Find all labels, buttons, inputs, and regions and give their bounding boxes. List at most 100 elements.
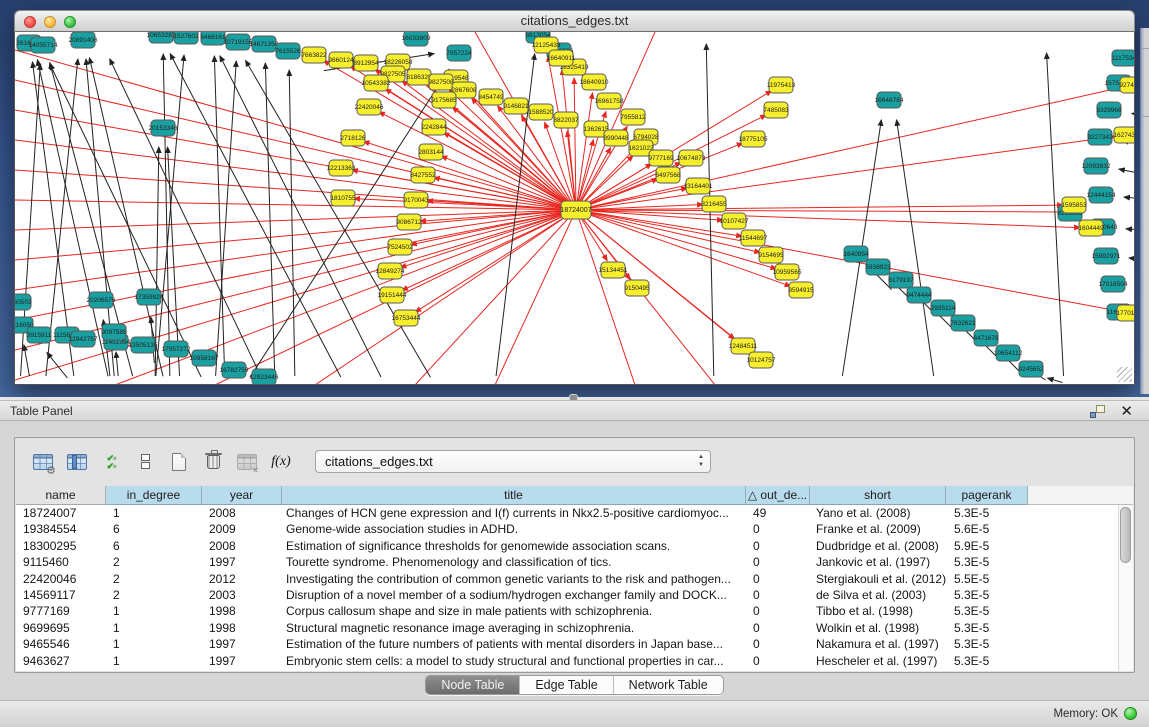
graph-edge[interactable] — [585, 205, 1063, 210]
graph-edge[interactable] — [1124, 197, 1135, 203]
graph-node-selected[interactable]: 10107427 — [720, 213, 749, 229]
graph-node-selected[interactable]: 8454749 — [478, 89, 504, 105]
graph-edge[interactable] — [115, 210, 576, 384]
graph-edge[interactable] — [584, 115, 766, 206]
table-cell[interactable]: 1 — [106, 505, 202, 521]
table-cell[interactable]: 18300295 — [16, 538, 106, 554]
table-cell[interactable]: Estimation of the future numbers of pati… — [282, 636, 746, 652]
graph-edge[interactable] — [24, 345, 30, 376]
table-row[interactable]: 1456911722003Disruption of a novel membe… — [16, 587, 1133, 603]
table-row[interactable]: 946554611997Estimation of the future num… — [16, 636, 1133, 652]
table-cell[interactable]: Franke et al. (2009) — [810, 521, 946, 537]
graph-node-selected[interactable]: 12213363 — [327, 160, 356, 176]
table-cell[interactable]: 9777169 — [16, 603, 106, 619]
graph-node-selected[interactable]: 9175685 — [431, 92, 457, 108]
graph-edge[interactable] — [1129, 258, 1135, 263]
graph-node[interactable]: 13505135 — [129, 337, 158, 353]
table-cell[interactable]: Corpus callosum shape and size in male p… — [282, 603, 746, 619]
table-cell[interactable]: Dudbridge et al. (2008) — [810, 538, 946, 554]
graph-edge[interactable] — [576, 210, 635, 384]
scrollbar-thumb[interactable] — [1120, 507, 1131, 563]
table-row[interactable]: 2242004622012Investigating the contribut… — [16, 571, 1133, 587]
table-cell[interactable]: 0 — [746, 620, 810, 636]
table-cell[interactable]: Stergiakouli et al. (2012) — [810, 571, 946, 587]
minimize-window-button[interactable] — [44, 16, 56, 28]
graph-node-selected[interactable]: 16961758 — [595, 93, 624, 109]
column-header-year[interactable]: year — [202, 486, 282, 505]
table-cell[interactable]: 0 — [746, 587, 810, 603]
tab-network-table[interactable]: Network Table — [613, 676, 723, 694]
graph-edge[interactable] — [562, 69, 575, 201]
show-column-icon[interactable] — [63, 448, 91, 476]
graph-node-selected[interactable]: 9170043 — [403, 192, 429, 208]
table-cell[interactable]: 5.5E-5 — [946, 571, 1028, 587]
graph-node[interactable]: 7632621 — [950, 315, 976, 331]
graph-edge[interactable] — [574, 78, 576, 201]
graph-node-selected[interactable]: 1627434 — [1113, 127, 1135, 143]
graph-node[interactable]: 16033809 — [402, 32, 431, 46]
graph-edge[interactable] — [163, 54, 170, 376]
table-cell[interactable]: 6 — [106, 538, 202, 554]
graph-node-selected[interactable]: 9146821 — [503, 98, 529, 114]
graph-node[interactable]: 9329966 — [1096, 102, 1122, 118]
graph-node[interactable]: 9474444 — [906, 287, 932, 303]
table-row[interactable]: 977716911998Corpus callosum shape and si… — [16, 603, 1133, 619]
table-cell[interactable]: 5.6E-5 — [946, 521, 1028, 537]
table-cell[interactable]: 2012 — [202, 571, 282, 587]
graph-node-selected[interactable]: 22420046 — [355, 99, 384, 115]
graph-edge[interactable] — [110, 59, 261, 377]
graph-node-selected[interactable]: 7485083 — [763, 102, 789, 118]
table-cell[interactable]: 0 — [746, 554, 810, 570]
graph-node[interactable]: 3915911 — [27, 327, 52, 343]
graph-node-selected[interactable]: 8427552 — [410, 167, 436, 183]
graph-node[interactable]: 16648784 — [875, 92, 904, 108]
table-cell[interactable]: 6 — [106, 521, 202, 537]
table-row[interactable]: 911546021997Tourette syndrome. Phenomeno… — [16, 554, 1133, 570]
table-cell[interactable]: 2 — [106, 571, 202, 587]
graph-node[interactable]: 7857224 — [446, 45, 472, 61]
graph-node[interactable]: 20891406 — [69, 32, 98, 48]
graph-node[interactable]: 6466161 — [200, 32, 226, 45]
graph-node[interactable]: 10719155 — [224, 34, 253, 50]
table-cell[interactable]: 19384554 — [16, 521, 106, 537]
graph-node-selected[interactable]: 9860124 — [328, 52, 354, 68]
table-cell[interactable]: Embryonic stem cells: a model to study s… — [282, 653, 746, 669]
float-panel-icon[interactable] — [1090, 405, 1105, 418]
graph-node[interactable]: 20153346 — [149, 120, 178, 136]
table-cell[interactable]: Tourette syndrome. Phenomenology and cla… — [282, 554, 746, 570]
table-cell[interactable]: Tibbo et al. (1998) — [810, 603, 946, 619]
graph-node-selected[interactable]: 10674873 — [677, 150, 706, 166]
graph-node[interactable]: 15992971 — [1092, 248, 1121, 264]
graph-node[interactable]: 2060503 — [15, 294, 32, 310]
graph-node[interactable]: 9227342 — [1087, 129, 1113, 145]
column-header-in-degree[interactable]: in_degree — [106, 486, 202, 505]
graph-node-selected[interactable]: 9777169 — [648, 150, 674, 166]
graph-node[interactable]: 12444154 — [1087, 187, 1116, 203]
graph-node-selected[interactable]: 18640910 — [580, 74, 609, 90]
graph-edge[interactable] — [576, 210, 1064, 212]
close-window-button[interactable] — [24, 16, 36, 28]
graph-node-selected[interactable]: 1604449 — [1078, 220, 1104, 236]
zoom-window-button[interactable] — [64, 16, 76, 28]
table-cell[interactable]: 9115460 — [16, 554, 106, 570]
select-columns-icon[interactable]: ✔▫✔▫ — [97, 448, 125, 476]
column-header-out-degree[interactable]: △ out_de... — [746, 486, 810, 505]
table-cell[interactable]: Jankovic et al. (1997) — [810, 554, 946, 570]
table-cell[interactable]: 2009 — [202, 521, 282, 537]
table-cell[interactable]: 2008 — [202, 505, 282, 521]
table-cell[interactable]: 1 — [106, 620, 202, 636]
graph-node[interactable]: 20206576 — [87, 292, 116, 308]
function-builder-icon[interactable]: f(x) — [267, 448, 295, 476]
graph-edge[interactable] — [585, 87, 1121, 208]
graph-edge[interactable] — [289, 70, 295, 376]
table-row[interactable]: 1830029562008Estimation of significance … — [16, 538, 1133, 554]
column-header-name[interactable]: name — [16, 486, 106, 505]
graph-node-selected[interactable]: 13164401 — [684, 178, 713, 194]
table-cell[interactable]: 14569117 — [16, 587, 106, 603]
table-cell[interactable]: 5.3E-5 — [946, 554, 1028, 570]
graph-node[interactable]: 17016504 — [1099, 276, 1128, 292]
table-cell[interactable]: 5.3E-5 — [946, 587, 1028, 603]
graph-node[interactable]: 14055714 — [29, 37, 58, 53]
graph-edge[interactable] — [1132, 113, 1135, 125]
table-cell[interactable]: 18724007 — [16, 505, 106, 521]
